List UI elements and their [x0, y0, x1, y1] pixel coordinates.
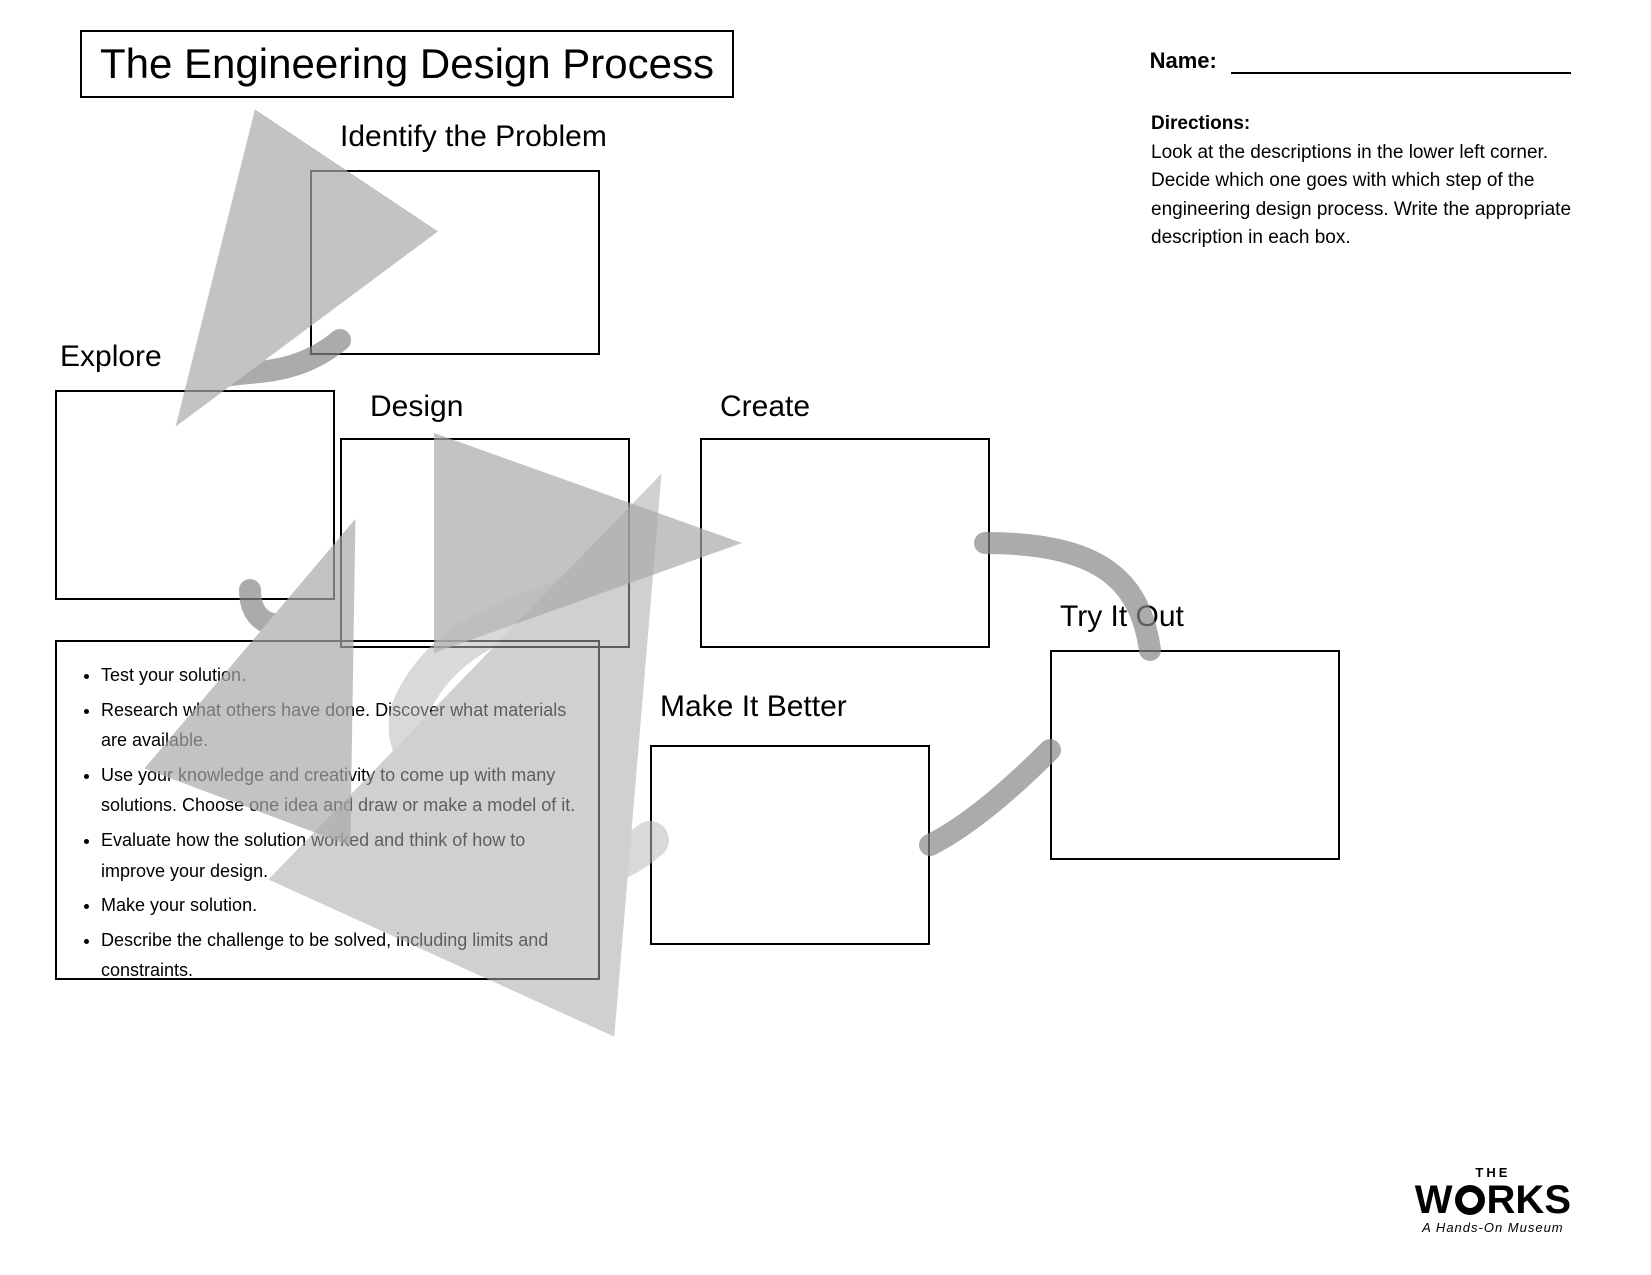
name-field: Name:	[1150, 48, 1571, 74]
box-identify[interactable]	[310, 170, 600, 355]
directions-text: Look at the descriptions in the lower le…	[1151, 139, 1571, 253]
bullet-item-1: Test your solution.	[101, 660, 576, 691]
bullet-list: Test your solution. Research what others…	[79, 660, 576, 986]
label-identify: Identify the Problem	[340, 120, 607, 154]
bullet-item-4: Evaluate how the solution worked and thi…	[101, 825, 576, 886]
logo: THE W RKS A Hands-On Museum	[1415, 1165, 1571, 1235]
box-make-it-better[interactable]	[650, 745, 930, 945]
logo-works: W RKS	[1415, 1180, 1571, 1220]
bullet-item-3: Use your knowledge and creativity to com…	[101, 760, 576, 821]
box-create[interactable]	[700, 438, 990, 648]
logo-sub: A Hands-On Museum	[1422, 1220, 1564, 1235]
bullet-item-6: Describe the challenge to be solved, inc…	[101, 925, 576, 986]
bullet-item-5: Make your solution.	[101, 890, 576, 921]
box-design[interactable]	[340, 438, 630, 648]
name-line[interactable]	[1231, 72, 1571, 74]
label-try-it-out: Try It Out	[1060, 600, 1184, 634]
bullet-list-box: Test your solution. Research what others…	[55, 640, 600, 980]
label-explore: Explore	[60, 340, 162, 374]
page-title: The Engineering Design Process	[100, 40, 714, 88]
bullet-item-2: Research what others have done. Discover…	[101, 695, 576, 756]
label-design: Design	[370, 390, 463, 424]
directions: Directions: Look at the descriptions in …	[1151, 110, 1571, 253]
page: The Engineering Design Process Name: Dir…	[0, 0, 1651, 1275]
label-create: Create	[720, 390, 810, 424]
label-make-it-better: Make It Better	[660, 690, 847, 724]
box-try-it-out[interactable]	[1050, 650, 1340, 860]
logo-o-icon	[1455, 1185, 1485, 1215]
directions-title: Directions:	[1151, 110, 1571, 139]
title-box: The Engineering Design Process	[80, 30, 734, 98]
logo-area: THE W RKS A Hands-On Museum	[1415, 1164, 1571, 1235]
box-explore[interactable]	[55, 390, 335, 600]
name-label: Name:	[1150, 48, 1217, 73]
